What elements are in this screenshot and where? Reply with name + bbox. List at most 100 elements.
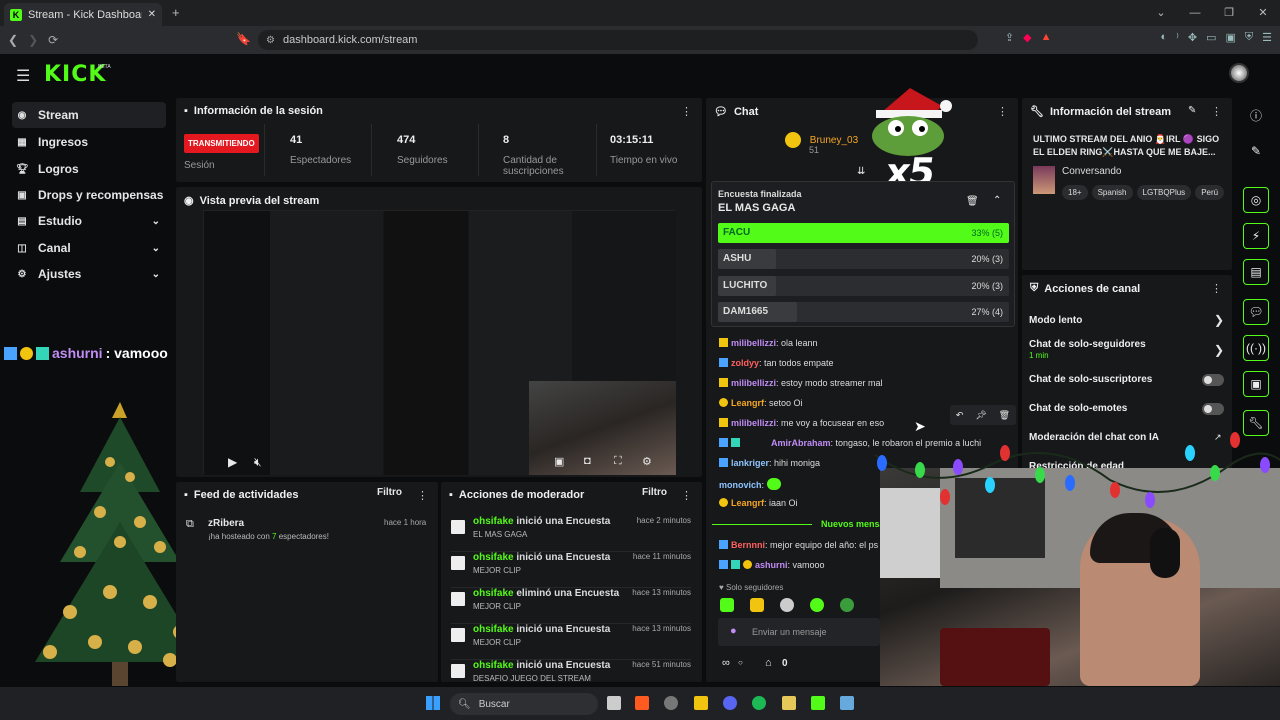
gift-icon[interactable]: ⌂ — [765, 657, 772, 669]
more-options-icon[interactable]: ⋮ — [417, 489, 428, 502]
sidebar-item-ajustes[interactable]: ⚙ Ajustes ⌄ — [12, 261, 166, 287]
forward-icon[interactable]: ❯ — [28, 33, 38, 47]
notepad-icon[interactable] — [840, 696, 854, 710]
emote-icon[interactable] — [750, 598, 764, 612]
chat-message[interactable]: ashurni: vamooo — [719, 560, 825, 570]
translate-icon[interactable]: ⁾ — [1176, 31, 1179, 44]
extension-icon[interactable]: ◐ — [1160, 31, 1167, 44]
chevron-down-icon[interactable]: ⌄ — [1144, 0, 1178, 26]
edit-icon[interactable]: ✎ — [1188, 105, 1196, 116]
app-icon[interactable] — [782, 696, 796, 710]
edit-icon[interactable]: ✎ — [1243, 138, 1269, 164]
mic-icon[interactable]: ● — [730, 625, 737, 637]
chat-username[interactable]: milibellizzi — [731, 338, 776, 348]
sidebar-item-estudio[interactable]: ▤ Estudio ⌄ — [12, 208, 166, 234]
sidebar-item-drops[interactable]: ▣ Drops y recompensas — [12, 182, 166, 208]
site-info-icon[interactable]: ⚙ — [266, 35, 275, 46]
more-options-icon[interactable]: ⋮ — [1211, 105, 1222, 118]
chat-message[interactable]: zoldyy: tan todos empate — [719, 358, 834, 368]
puzzle-icon[interactable]: ✥ — [1188, 31, 1197, 44]
sidebar-item-ingresos[interactable]: ▦ Ingresos — [12, 129, 166, 155]
screenshot-icon[interactable]: ◘ — [584, 455, 591, 467]
tag[interactable]: 18+ — [1062, 185, 1088, 200]
hamburger-menu-icon[interactable]: ☰ — [16, 66, 30, 86]
user-avatar[interactable] — [1229, 63, 1249, 83]
chevron-right-icon[interactable]: ❯ — [1214, 343, 1224, 357]
sidebar-item-stream[interactable]: ◉ Stream — [12, 102, 166, 128]
stream-preview-video[interactable]: ▶ 🔇︎ ▣ ◘ ⛶ ⚙ — [203, 210, 676, 475]
close-tab-icon[interactable]: ✕ — [148, 9, 156, 20]
chat-username[interactable]: Bernnni — [731, 540, 765, 550]
emote-icon[interactable] — [810, 598, 824, 612]
tag[interactable]: Perú — [1195, 185, 1225, 200]
filter-button[interactable]: Filtro — [642, 487, 667, 498]
chevron-right-icon[interactable]: ❯ — [1214, 313, 1224, 327]
bookmark-icon[interactable]: 🔖 — [236, 32, 251, 46]
subs-only-row[interactable]: Chat de solo-suscriptores — [1029, 374, 1152, 385]
chat-message[interactable]: Leangrf: setoo Oi — [719, 398, 803, 408]
menu-icon[interactable]: ☰ — [1262, 31, 1272, 44]
new-tab-icon[interactable]: + — [172, 5, 180, 20]
layout-icon[interactable]: ▣ — [1243, 371, 1269, 397]
pin-icon[interactable]: 📌︎ — [975, 410, 986, 421]
settings-app-icon[interactable] — [664, 696, 678, 710]
info-icon[interactable]: ⓘ — [1243, 102, 1269, 128]
emotes-only-toggle[interactable] — [1202, 403, 1224, 415]
sidebar-icon[interactable]: ▭ — [1206, 31, 1216, 44]
chat-message[interactable]: milibellizzi: estoy modo streamer mal — [719, 378, 883, 388]
close-window-icon[interactable]: ✕ — [1246, 0, 1280, 26]
more-options-icon[interactable]: ⋮ — [997, 105, 1008, 118]
pip-icon[interactable]: ▣ — [554, 455, 564, 468]
brave-browser-icon[interactable] — [635, 696, 649, 710]
wallet-icon[interactable]: ▣ — [1225, 31, 1235, 44]
discord-icon[interactable] — [723, 696, 737, 710]
more-options-icon[interactable]: ⋮ — [681, 489, 692, 502]
emote-icon[interactable] — [720, 598, 734, 612]
vpn-icon[interactable]: ⛨ — [1245, 31, 1253, 44]
settings-icon[interactable]: ⚙ — [642, 455, 652, 468]
collapse-icon[interactable]: ⌃ — [993, 195, 1001, 206]
emotes-only-row[interactable]: Chat de solo-emotes — [1029, 403, 1127, 414]
trash-icon[interactable]: 🗑︎ — [999, 410, 1010, 421]
followers-only-row[interactable]: Chat de solo-seguidores — [1029, 339, 1146, 350]
fullscreen-icon[interactable]: ⛶ — [614, 455, 622, 468]
tag[interactable]: Spanish — [1091, 185, 1133, 200]
chat-username[interactable]: zoldyy — [731, 358, 759, 368]
chat-message[interactable]: Leangrf: iaan Oi — [719, 498, 798, 508]
file-explorer-icon[interactable] — [694, 696, 708, 710]
volume-icon[interactable]: 🔇︎ — [254, 455, 262, 470]
kick-app-icon[interactable] — [811, 696, 825, 710]
chat-username[interactable]: AmirAbraham — [771, 438, 831, 448]
more-options-icon[interactable]: ⋮ — [681, 105, 692, 118]
minimize-icon[interactable]: — — [1178, 0, 1212, 26]
share-icon[interactable]: ⇪ — [1005, 31, 1014, 44]
chat-username[interactable]: Leangrf — [731, 398, 764, 408]
chat-input[interactable]: ● Enviar un mensaje — [718, 618, 880, 646]
table-row[interactable]: ohsifake eliminó una Encuesta MEJOR CLIP h… — [451, 588, 691, 624]
slow-mode-row[interactable]: Modo lento — [1029, 315, 1082, 326]
maximize-icon[interactable]: ❐ — [1212, 0, 1246, 26]
sidebar-item-logros[interactable]: 🏆︎ Logros — [12, 156, 166, 182]
chat-message[interactable]: monovich: — [719, 478, 782, 490]
chat-username[interactable]: monovich — [719, 480, 762, 490]
filter-button[interactable]: Filtro — [377, 487, 402, 498]
points-icon[interactable]: ∞ — [722, 657, 730, 669]
task-view-icon[interactable] — [607, 696, 621, 710]
spotify-icon[interactable] — [752, 696, 766, 710]
table-row[interactable]: ohsifake inició una Encuesta DESAFIO JUEG… — [451, 660, 691, 682]
url-field[interactable]: ⚙ dashboard.kick.com/stream — [258, 30, 978, 50]
lightning-icon[interactable]: ⚡︎ — [1243, 223, 1269, 249]
emote-icon[interactable] — [840, 598, 854, 612]
windows-start-icon[interactable] — [426, 696, 440, 710]
subs-only-toggle[interactable] — [1202, 374, 1224, 386]
chat-bubble-icon[interactable]: 💬︎ — [1243, 299, 1269, 325]
chat-username[interactable]: Leangrf — [731, 498, 764, 508]
table-row[interactable]: ohsifake inició una Encuesta MEJOR CLIP ha… — [451, 624, 691, 660]
reload-icon[interactable]: ⟳ — [48, 33, 58, 47]
back-icon[interactable]: ❮ — [8, 33, 18, 47]
chat-message[interactable]: milibellizzi: ola leann — [719, 338, 818, 348]
chat-message[interactable]: lankriger: hihi moniga — [719, 458, 820, 468]
chat-username[interactable]: milibellizzi — [731, 378, 776, 388]
emote-icon[interactable] — [780, 598, 794, 612]
browser-tab[interactable]: K Stream - Kick Dashboard ✕ — [4, 3, 162, 26]
